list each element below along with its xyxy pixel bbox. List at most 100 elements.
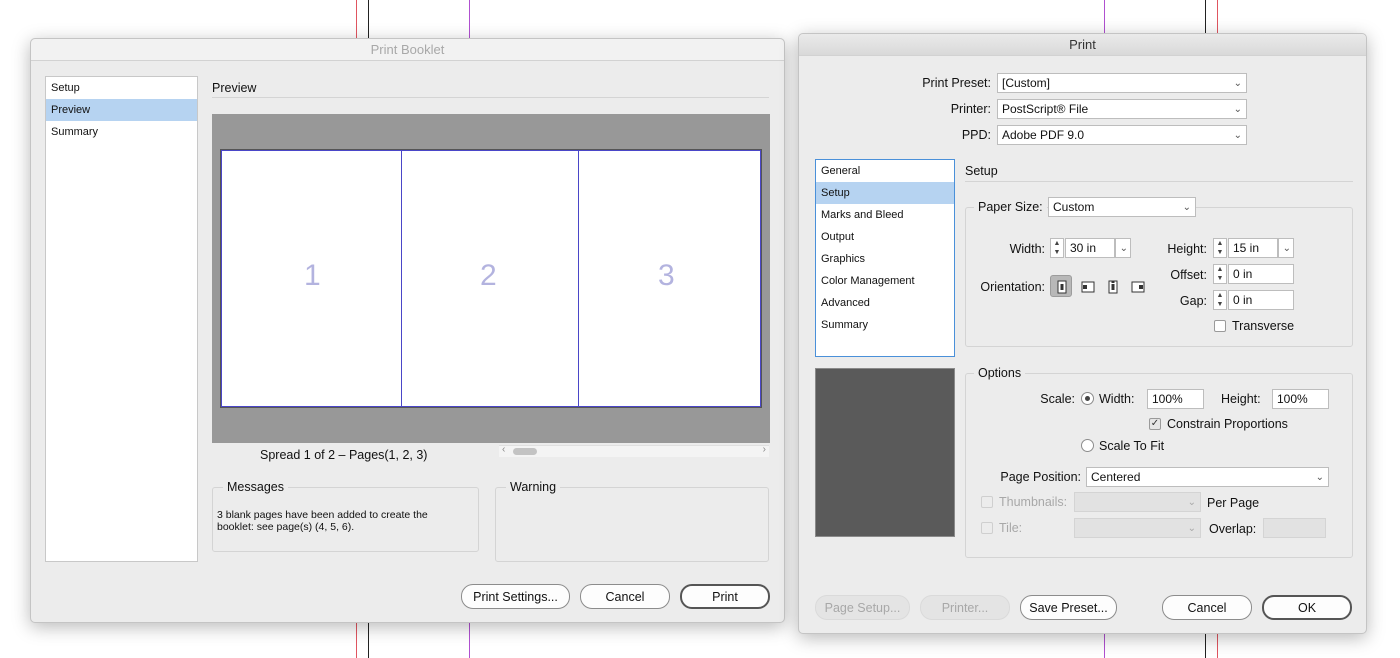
- spread-caption: Spread 1 of 2 – Pages(1, 2, 3): [260, 448, 428, 462]
- orientation-reverse-portrait-button[interactable]: [1101, 275, 1123, 297]
- constrain-proportions-checkbox[interactable]: ✓: [1149, 418, 1161, 430]
- overlap-input[interactable]: [1263, 518, 1326, 538]
- gap-stepper[interactable]: ▲ ▼: [1213, 290, 1227, 310]
- portrait-icon: [1057, 280, 1067, 294]
- printer-select[interactable]: PostScript® File ⌄: [997, 99, 1247, 119]
- sidebar-item-general[interactable]: General: [816, 160, 954, 182]
- sidebar-item-color-management[interactable]: Color Management: [816, 270, 954, 292]
- sidebar-item-advanced[interactable]: Advanced: [816, 292, 954, 314]
- scroll-right-icon[interactable]: ›: [763, 444, 766, 455]
- width-label: Width:: [1009, 242, 1045, 256]
- ppd-label: PPD:: [961, 128, 991, 142]
- offset-input[interactable]: 0 in: [1228, 264, 1294, 284]
- scrollbar-thumb[interactable]: [513, 448, 537, 455]
- height-stepper[interactable]: ▲ ▼: [1213, 238, 1227, 258]
- width-input[interactable]: 30 in: [1065, 238, 1115, 258]
- transverse-checkbox[interactable]: [1214, 320, 1226, 332]
- tile-checkbox[interactable]: [981, 522, 993, 534]
- page-number: 1: [304, 259, 321, 292]
- scroll-left-icon[interactable]: ‹: [502, 444, 505, 455]
- cancel-button[interactable]: Cancel: [580, 584, 670, 609]
- sidebar-item-graphics[interactable]: Graphics: [816, 248, 954, 270]
- booklet-preview-area: 1 2 3: [212, 114, 770, 443]
- width-unit-select[interactable]: ⌄: [1115, 238, 1131, 258]
- chevron-down-icon: ⌄: [1233, 130, 1242, 141]
- sidebar-item-marks-and-bleed[interactable]: Marks and Bleed: [816, 204, 954, 226]
- thumbnails-select[interactable]: ⌄: [1074, 492, 1201, 512]
- chevron-down-icon: ⌄: [1182, 202, 1191, 213]
- sidebar-item-summary[interactable]: Summary: [816, 314, 954, 336]
- offset-label: Offset:: [1170, 268, 1207, 282]
- page-number: 3: [658, 259, 675, 292]
- cancel-button[interactable]: Cancel: [1162, 595, 1252, 620]
- paper-size-label: Paper Size:: [974, 200, 1047, 214]
- warning-title: Warning: [506, 480, 561, 494]
- warning-panel: Warning: [495, 480, 769, 562]
- ok-button[interactable]: OK: [1262, 595, 1352, 620]
- page-position-select[interactable]: Centered ⌄: [1086, 467, 1329, 487]
- printer-button[interactable]: Printer...: [920, 595, 1010, 620]
- offset-stepper[interactable]: ▲ ▼: [1213, 264, 1227, 284]
- paper-size-select[interactable]: Custom ⌄: [1048, 197, 1196, 217]
- tile-select[interactable]: ⌄: [1074, 518, 1201, 538]
- dialog-title: Print: [799, 34, 1366, 56]
- height-value: 15 in: [1233, 241, 1260, 255]
- dialog-title: Print Booklet: [31, 39, 784, 61]
- width-stepper[interactable]: ▲ ▼: [1050, 238, 1064, 258]
- print-button[interactable]: Print: [680, 584, 770, 609]
- scale-width-value: 100%: [1152, 392, 1183, 406]
- gap-label: Gap:: [1179, 294, 1207, 308]
- height-input[interactable]: 15 in: [1228, 238, 1278, 258]
- section-divider: [212, 97, 769, 98]
- sidebar-item-setup[interactable]: Setup: [46, 77, 197, 99]
- messages-title: Messages: [223, 480, 288, 494]
- sidebar-item-summary[interactable]: Summary: [46, 121, 197, 143]
- per-page-label: Per Page: [1207, 496, 1260, 510]
- height-label: Height:: [1167, 242, 1207, 256]
- sidebar-item-output[interactable]: Output: [816, 226, 954, 248]
- chevron-down-icon: ⌄: [1233, 78, 1242, 89]
- page-position-label: Page Position:: [1000, 470, 1081, 484]
- page-divider: [578, 151, 579, 406]
- scale-width-input[interactable]: 100%: [1147, 389, 1204, 409]
- thumbnails-checkbox[interactable]: [981, 496, 993, 508]
- scale-height-value: 100%: [1277, 392, 1308, 406]
- height-unit-select[interactable]: ⌄: [1278, 238, 1294, 258]
- gap-input[interactable]: 0 in: [1228, 290, 1294, 310]
- chevron-down-icon: ⌄: [1119, 243, 1128, 254]
- gap-value: 0 in: [1233, 293, 1253, 307]
- sidebar-item-setup[interactable]: Setup: [816, 182, 954, 204]
- preview-scrollbar[interactable]: ‹ ›: [499, 444, 769, 457]
- chevron-down-icon: ⌄: [1187, 523, 1196, 534]
- offset-value: 0 in: [1233, 267, 1253, 281]
- stepper-arrows-icon: ▲ ▼: [1216, 240, 1224, 256]
- ppd-value: Adobe PDF 9.0: [1002, 128, 1085, 142]
- chevron-down-icon: ⌄: [1187, 497, 1196, 508]
- print-booklet-dialog: Print Booklet Setup Preview Summary Prev…: [30, 38, 785, 623]
- printer-value: PostScript® File: [1002, 102, 1089, 116]
- scale-width-label: Width:: [1099, 392, 1135, 406]
- reverse-landscape-icon: [1131, 281, 1145, 293]
- scale-width-radio[interactable]: [1081, 392, 1094, 405]
- scale-height-input[interactable]: 100%: [1272, 389, 1329, 409]
- reverse-portrait-icon: [1108, 280, 1118, 294]
- page-preview-box: [815, 368, 955, 537]
- messages-panel: Messages 3 blank pages have been added t…: [212, 480, 479, 552]
- spread-preview: 1 2 3: [220, 149, 762, 408]
- scale-to-fit-radio[interactable]: [1081, 439, 1094, 452]
- chevron-down-icon: ⌄: [1315, 472, 1324, 483]
- paper-size-value: Custom: [1053, 200, 1095, 214]
- width-value: 30 in: [1070, 241, 1097, 255]
- orientation-landscape-button[interactable]: [1076, 275, 1098, 297]
- print-preset-select[interactable]: [Custom] ⌄: [997, 73, 1247, 93]
- orientation-portrait-button[interactable]: [1050, 275, 1072, 297]
- checkmark-icon: ✓: [1150, 418, 1160, 429]
- sidebar-item-preview[interactable]: Preview: [46, 99, 197, 121]
- ppd-select[interactable]: Adobe PDF 9.0 ⌄: [997, 125, 1247, 145]
- page-setup-button[interactable]: Page Setup...: [815, 595, 910, 620]
- save-preset-button[interactable]: Save Preset...: [1020, 595, 1117, 620]
- stepper-arrows-icon: ▲ ▼: [1216, 292, 1224, 308]
- orientation-reverse-landscape-button[interactable]: [1126, 275, 1148, 297]
- print-settings-button[interactable]: Print Settings...: [461, 584, 570, 609]
- section-title: Preview: [212, 81, 257, 95]
